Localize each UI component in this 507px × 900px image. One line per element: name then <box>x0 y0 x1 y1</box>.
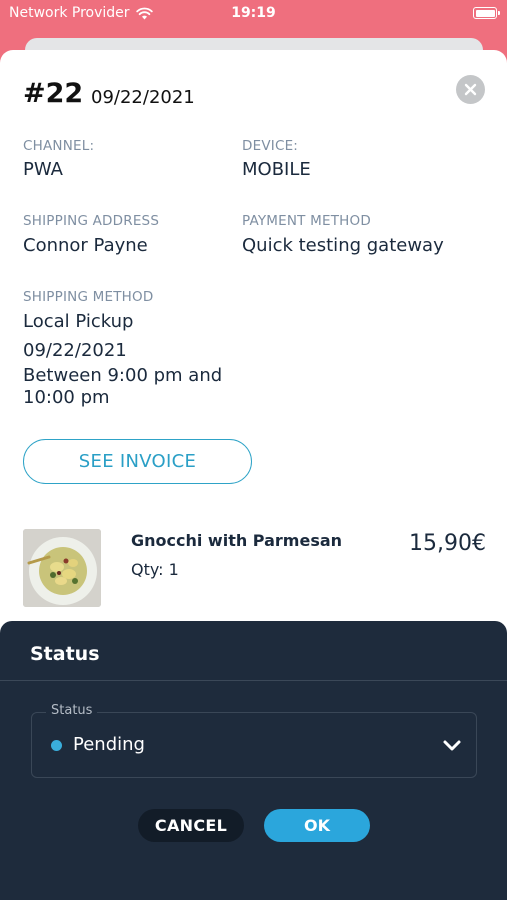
status-panel-title: Status <box>30 643 100 665</box>
shipping-method-value: Local Pickup <box>23 311 134 332</box>
shipping-window-line1: Between 9:00 pm and <box>23 365 223 386</box>
status-select-value: Pending <box>73 734 145 755</box>
channel-label: CHANNEL: <box>23 138 95 154</box>
order-number: #22 <box>23 78 84 109</box>
payment-method-label: PAYMENT METHOD <box>242 213 371 229</box>
status-bar: Network Provider 19:19 <box>0 0 507 30</box>
order-date: 09/22/2021 <box>91 87 195 108</box>
food-photo <box>23 529 101 607</box>
shipping-window-line2: 10:00 pm <box>23 387 110 408</box>
chevron-down-icon <box>443 740 461 751</box>
channel-value: PWA <box>23 159 63 180</box>
battery-icon <box>473 7 500 19</box>
close-icon <box>464 83 477 96</box>
shipping-address-value: Connor Payne <box>23 235 148 256</box>
item-name: Gnocchi with Parmesan <box>131 531 343 550</box>
item-price: 15,90€ <box>409 531 486 556</box>
status-select-label: Status <box>46 703 98 718</box>
device-value: MOBILE <box>242 159 311 180</box>
clock: 19:19 <box>231 5 276 21</box>
close-button[interactable] <box>456 75 485 104</box>
payment-method-value: Quick testing gateway <box>242 235 444 256</box>
ok-button[interactable]: OK <box>264 809 370 842</box>
shipping-method-label: SHIPPING METHOD <box>23 289 154 305</box>
device-label: DEVICE: <box>242 138 299 154</box>
item-quantity: Qty: 1 <box>131 560 179 579</box>
status-panel: Status Status Pending CANCEL OK <box>0 621 507 900</box>
cancel-button[interactable]: CANCEL <box>138 809 244 842</box>
panel-divider <box>0 680 507 681</box>
status-dot-icon <box>51 740 62 751</box>
shipping-address-label: SHIPPING ADDRESS <box>23 213 160 229</box>
status-select[interactable]: Status Pending <box>31 703 477 778</box>
shipping-date: 09/22/2021 <box>23 340 127 361</box>
see-invoice-button[interactable]: SEE INVOICE <box>23 439 252 484</box>
